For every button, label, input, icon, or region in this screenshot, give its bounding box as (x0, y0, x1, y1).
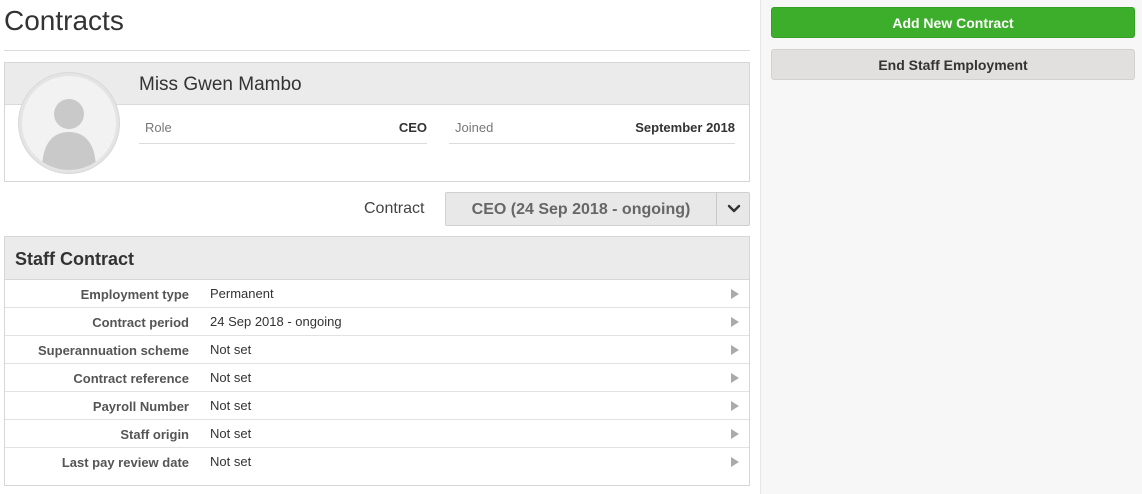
row-label: Payroll Number (92, 399, 189, 414)
role-field: Role CEO (139, 110, 427, 144)
caret-right-icon[interactable] (731, 429, 739, 439)
staff-name: Miss Gwen Mambo (139, 74, 302, 95)
detail-row-employment-type[interactable]: Employment type Permanent (5, 280, 749, 308)
contract-select-label: Contract (364, 200, 425, 217)
row-value: 24 Sep 2018 - ongoing (210, 314, 342, 329)
profile-header: Miss Gwen Mambo (5, 63, 749, 105)
caret-right-icon[interactable] (731, 373, 739, 383)
person-placeholder-icon (42, 99, 96, 170)
row-label: Last pay review date (61, 455, 189, 470)
end-staff-employment-button[interactable]: End Staff Employment (771, 49, 1135, 80)
panel-header: Staff Contract (5, 237, 749, 280)
staff-contract-panel: Staff Contract Employment type Permanent… (4, 236, 750, 486)
contract-select[interactable]: CEO (24 Sep 2018 - ongoing) (445, 192, 750, 226)
row-value: Not set (210, 342, 252, 357)
avatar (19, 73, 119, 173)
add-new-contract-button[interactable]: Add New Contract (771, 7, 1135, 38)
detail-row-contract-period[interactable]: Contract period 24 Sep 2018 - ongoing (5, 308, 749, 336)
row-label: Contract period (92, 315, 189, 330)
row-value: Not set (210, 370, 252, 385)
title-divider (4, 50, 750, 51)
contract-details-list: Employment type Permanent Contract perio… (5, 280, 749, 476)
main-content: Contracts Miss Gwen Mambo Role CEO Joine… (0, 0, 760, 494)
joined-label: Joined (455, 120, 494, 135)
chevron-down-icon[interactable] (726, 201, 742, 217)
select-divider (716, 193, 717, 225)
detail-row-contract-reference[interactable]: Contract reference Not set (5, 364, 749, 392)
row-value: Not set (210, 398, 252, 413)
role-label: Role (145, 120, 172, 135)
joined-value: September 2018 (635, 120, 735, 135)
row-label: Staff origin (120, 427, 189, 442)
detail-row-payroll-number[interactable]: Payroll Number Not set (5, 392, 749, 420)
caret-right-icon[interactable] (731, 457, 739, 467)
profile-card: Miss Gwen Mambo Role CEO Joined Septembe… (4, 62, 750, 182)
row-label: Superannuation scheme (38, 343, 189, 358)
row-value: Permanent (210, 286, 274, 301)
contract-select-value[interactable]: CEO (24 Sep 2018 - ongoing) (446, 201, 716, 219)
detail-row-staff-origin[interactable]: Staff origin Not set (5, 420, 749, 448)
caret-right-icon[interactable] (731, 289, 739, 299)
row-value: Not set (210, 454, 252, 469)
detail-row-last-pay-review-date[interactable]: Last pay review date Not set (5, 448, 749, 476)
caret-right-icon[interactable] (731, 317, 739, 327)
row-label: Employment type (80, 287, 189, 302)
role-value: CEO (398, 120, 427, 135)
joined-field: Joined September 2018 (449, 110, 735, 144)
panel-title: Staff Contract (15, 249, 135, 269)
detail-row-superannuation-scheme[interactable]: Superannuation scheme Not set (5, 336, 749, 364)
actions-sidebar: Add New Contract End Staff Employment (760, 0, 1142, 494)
row-label: Contract reference (73, 371, 189, 386)
page-title: Contracts (4, 5, 124, 36)
caret-right-icon[interactable] (731, 401, 739, 411)
caret-right-icon[interactable] (731, 345, 739, 355)
row-value: Not set (210, 426, 252, 441)
